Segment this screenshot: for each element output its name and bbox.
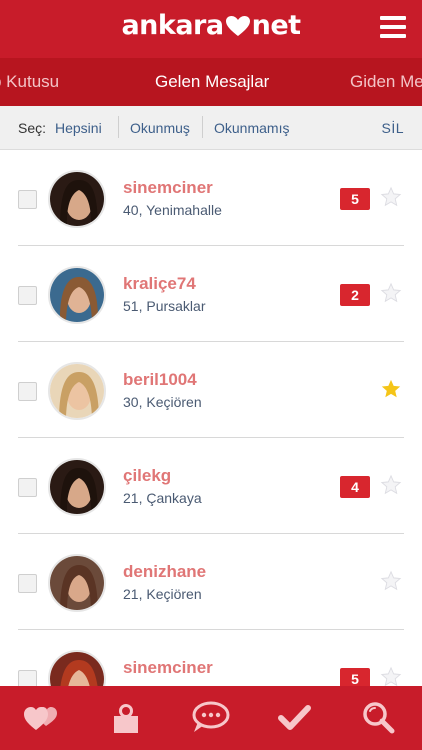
avatar[interactable] xyxy=(48,554,106,612)
bottom-navigation xyxy=(0,686,422,750)
message-checkbox[interactable] xyxy=(18,670,37,686)
message-checkbox[interactable] xyxy=(18,190,37,209)
age-location: 21, Çankaya xyxy=(123,490,202,506)
star-icon[interactable] xyxy=(380,282,402,304)
message-row[interactable]: beril1004 30, Keçiören xyxy=(0,342,422,438)
username[interactable]: beril1004 xyxy=(123,370,197,390)
unread-count-badge: 2 xyxy=(340,284,370,306)
username[interactable]: sinemciner xyxy=(123,178,213,198)
age-location: 21, Keçiören xyxy=(123,586,202,602)
hearts-icon[interactable] xyxy=(22,700,62,736)
avatar[interactable] xyxy=(48,362,106,420)
logo-text-left: ankara xyxy=(121,10,224,41)
username[interactable]: denizhane xyxy=(123,562,206,582)
avatar[interactable] xyxy=(48,266,106,324)
hamburger-menu-icon[interactable] xyxy=(380,16,406,40)
message-list: sinemciner 40, Yenimahalle 5 kraliçe74 5… xyxy=(0,150,422,686)
select-read-button[interactable]: Okunmuş xyxy=(130,120,190,136)
message-row[interactable]: çilekg 21, Çankaya 4 xyxy=(0,438,422,534)
logo-text-right: net xyxy=(251,10,301,41)
avatar[interactable] xyxy=(48,170,106,228)
select-all-button[interactable]: Hepsini xyxy=(55,120,102,136)
unread-count-badge: 5 xyxy=(340,668,370,686)
tab-incoming-messages[interactable]: Gelen Mesajlar xyxy=(155,72,269,92)
star-icon[interactable] xyxy=(380,666,402,686)
age-location: 51, Pursaklar xyxy=(123,298,206,314)
message-checkbox[interactable] xyxy=(18,478,37,497)
star-icon[interactable] xyxy=(380,474,402,496)
chat-bubbles-icon[interactable] xyxy=(190,700,230,736)
select-label: Seç: xyxy=(18,120,47,136)
profile-photo-icon[interactable] xyxy=(106,700,146,736)
divider xyxy=(118,116,119,138)
star-icon-active[interactable] xyxy=(380,378,402,400)
username[interactable]: çilekg xyxy=(123,466,171,486)
select-unread-button[interactable]: Okunmamış xyxy=(214,120,289,136)
logo-heart-icon xyxy=(225,13,251,36)
message-row[interactable]: denizhane 21, Keçiören xyxy=(0,534,422,630)
tab-outgoing-messages[interactable]: Giden Me xyxy=(350,72,422,92)
checkmark-icon[interactable] xyxy=(274,700,314,736)
delete-button[interactable]: SİL xyxy=(381,120,404,136)
message-row[interactable]: kraliçe74 51, Pursaklar 2 xyxy=(0,246,422,342)
unread-count-badge: 5 xyxy=(340,188,370,210)
username[interactable]: kraliçe74 xyxy=(123,274,196,294)
message-row[interactable]: sinemciner 5 xyxy=(0,630,422,686)
message-tabs: p Kutusu Gelen Mesajlar Giden Me xyxy=(0,58,422,106)
app-header: ankara net xyxy=(0,0,422,58)
unread-count-badge: 4 xyxy=(340,476,370,498)
tab-inbox[interactable]: p Kutusu xyxy=(0,72,59,92)
message-checkbox[interactable] xyxy=(18,286,37,305)
message-row[interactable]: sinemciner 40, Yenimahalle 5 xyxy=(0,150,422,246)
filter-bar: Seç: Hepsini Okunmuş Okunmamış SİL xyxy=(0,106,422,150)
age-location: 30, Keçiören xyxy=(123,394,202,410)
divider xyxy=(202,116,203,138)
username[interactable]: sinemciner xyxy=(123,658,213,678)
star-icon[interactable] xyxy=(380,186,402,208)
search-icon[interactable] xyxy=(358,700,398,736)
message-checkbox[interactable] xyxy=(18,382,37,401)
avatar[interactable] xyxy=(48,650,106,686)
app-screen: ankara net p Kutusu Gelen Mesajlar Giden … xyxy=(0,0,422,750)
age-location: 40, Yenimahalle xyxy=(123,202,222,218)
avatar[interactable] xyxy=(48,458,106,516)
star-icon[interactable] xyxy=(380,570,402,592)
ankara-net-logo[interactable]: ankara net xyxy=(0,10,422,41)
message-checkbox[interactable] xyxy=(18,574,37,593)
